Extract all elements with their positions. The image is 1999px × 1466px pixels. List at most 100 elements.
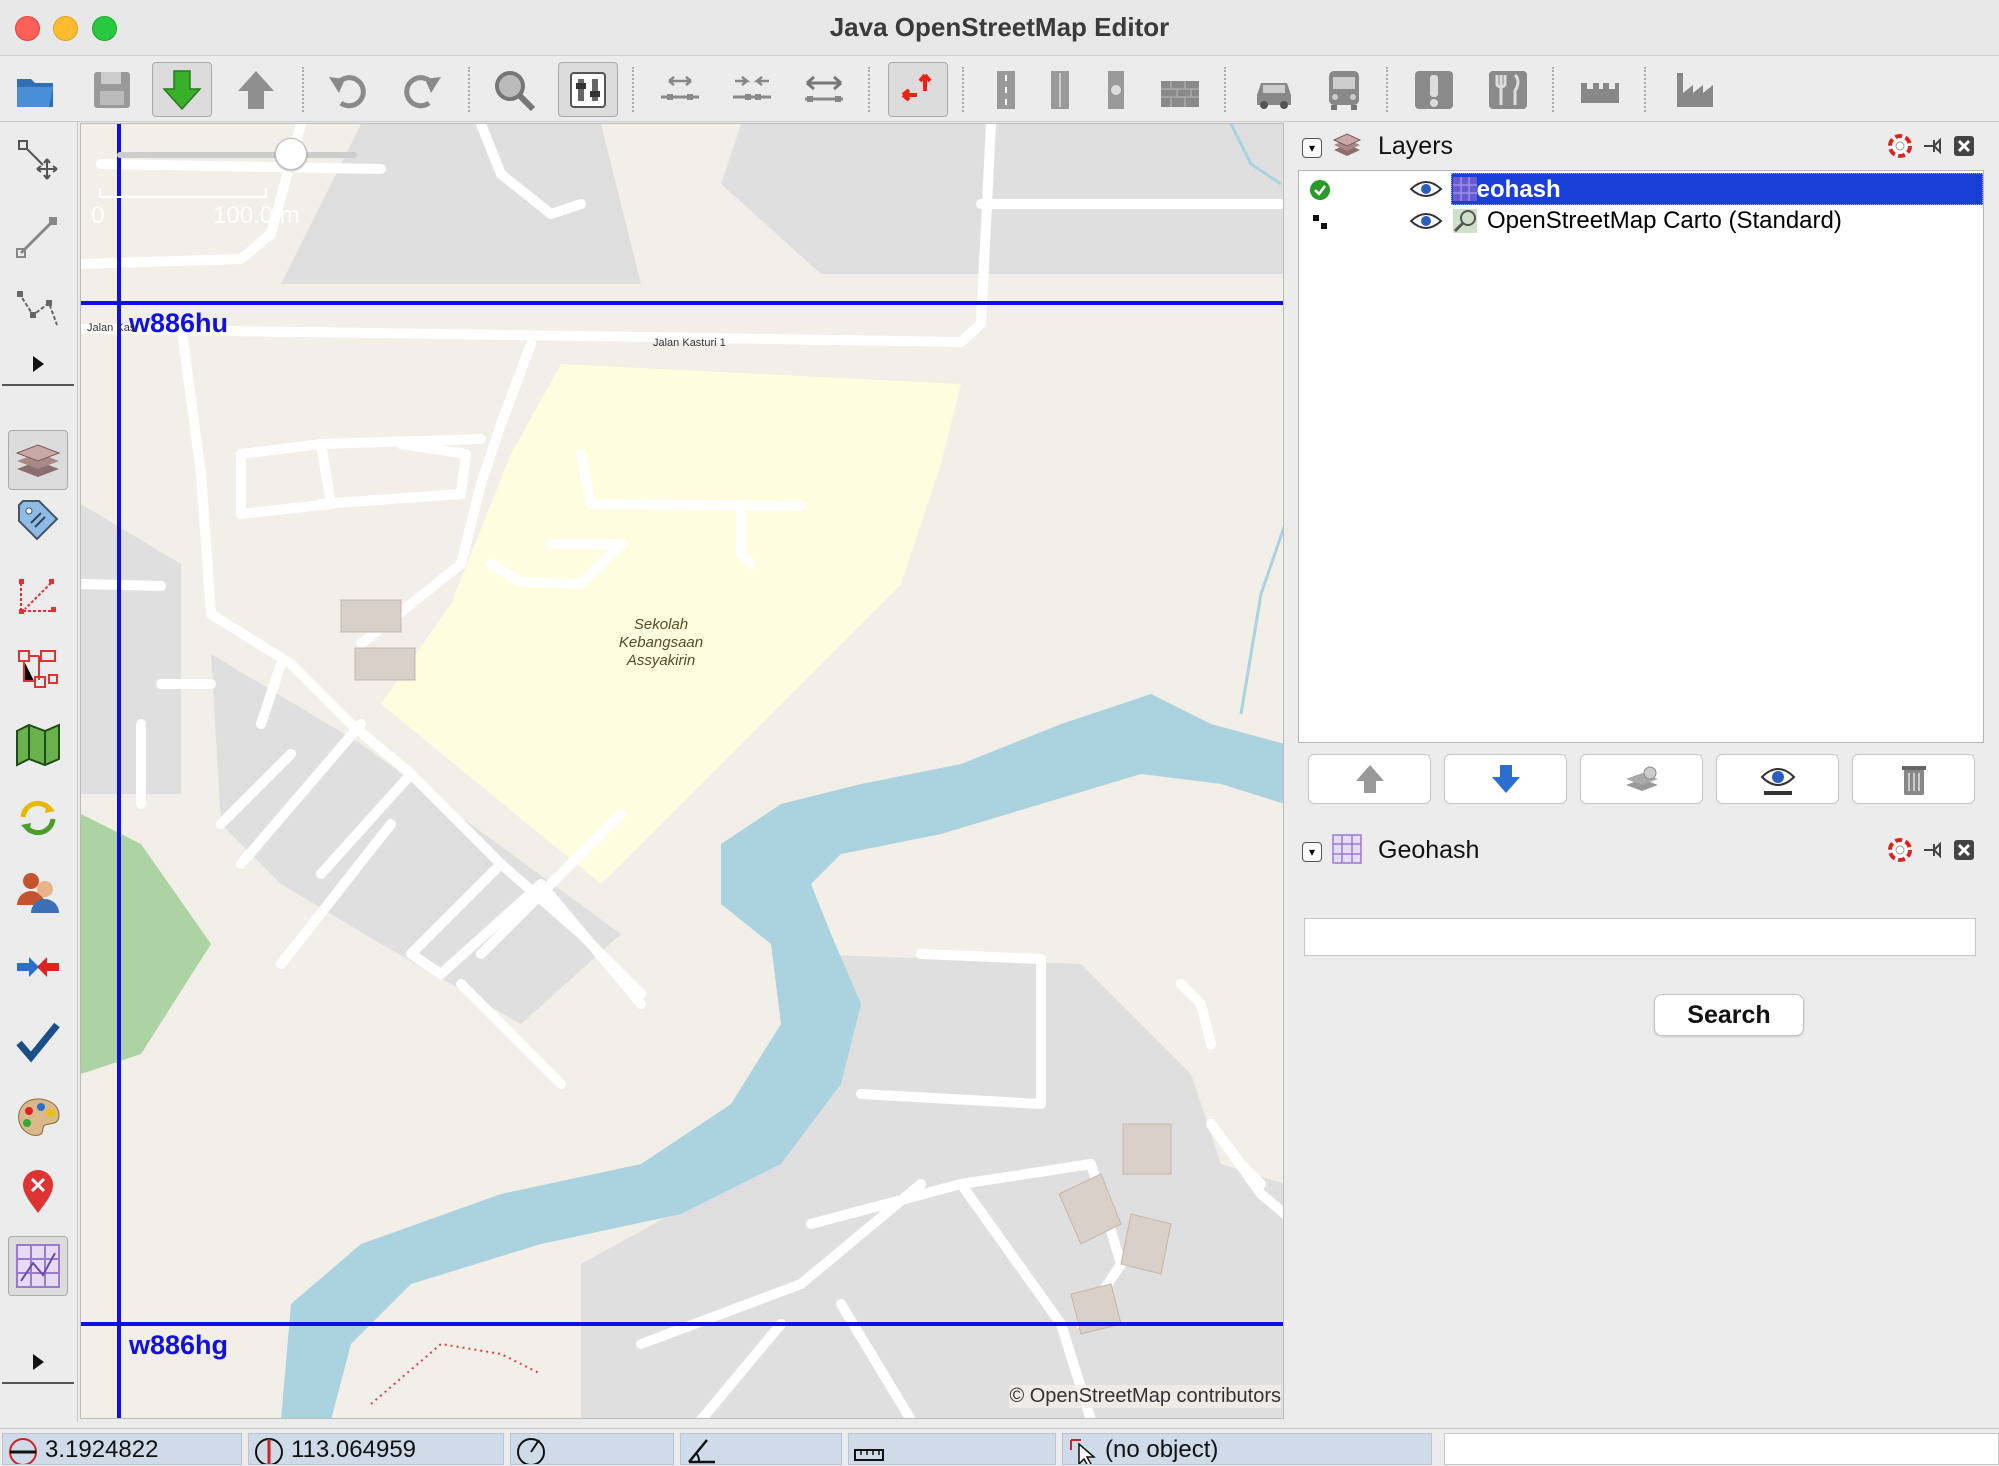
inactive-layer-icon[interactable] <box>1309 211 1331 233</box>
draw-line-icon <box>16 217 57 258</box>
detach-panel-icon[interactable] <box>1920 134 1944 158</box>
delete-layer-button[interactable] <box>1852 754 1975 804</box>
collapse-panel-button[interactable]: ▾ <box>1302 842 1322 862</box>
visibility-eye-icon[interactable] <box>1409 179 1443 199</box>
detach-panel-icon[interactable] <box>1920 838 1944 862</box>
layer-name[interactable]: OpenStreetMap Carto (Standard) <box>1481 205 1842 237</box>
move-node-button[interactable] <box>888 62 948 117</box>
arrow-up-icon <box>1355 765 1384 793</box>
merge-layer-button[interactable] <box>1580 754 1703 804</box>
map-view[interactable]: 0 100.0 m w886hu w886hg Jalan Kasturi 1 … <box>80 123 1284 1419</box>
select-tool-button[interactable] <box>8 130 68 190</box>
lifebuoy-help-icon[interactable] <box>1888 838 1912 862</box>
move-layer-up-button[interactable] <box>1308 754 1431 804</box>
preset-footway-button[interactable] <box>1086 62 1146 117</box>
toolbar-separator <box>468 67 470 112</box>
map-attribution[interactable]: © OpenStreetMap contributors <box>1009 1385 1281 1408</box>
layers-list[interactable]: Geohash OpenStreetMap Carto (Standard) <box>1298 170 1984 743</box>
download-button[interactable] <box>152 62 212 117</box>
selection-list-icon <box>19 579 56 614</box>
expand-dialogs-button[interactable] <box>2 1342 74 1384</box>
save-button[interactable] <box>82 62 142 117</box>
zoom-slider-track[interactable] <box>117 152 357 158</box>
preset-industrial-button[interactable] <box>1664 62 1724 117</box>
preset-emergency-button[interactable] <box>1404 62 1464 117</box>
reverse-way-button[interactable] <box>794 62 854 117</box>
status-bar: 3.1924822 113.064959 (no object) <box>0 1428 1999 1465</box>
zoom-slider-knob[interactable] <box>275 138 307 170</box>
angle-icon <box>688 1439 715 1464</box>
toggle-selection-button[interactable] <box>8 566 68 626</box>
improve-way-button[interactable] <box>8 280 68 340</box>
download-arrow-icon <box>162 69 202 110</box>
refresh-arrows-icon <box>20 800 56 836</box>
distance-field <box>848 1433 1056 1465</box>
collapse-panel-button[interactable]: ▾ <box>1302 138 1322 158</box>
geohash-search-input[interactable] <box>1304 918 1976 956</box>
select-move-icon <box>18 140 58 180</box>
preset-wall-button[interactable] <box>1150 62 1210 117</box>
tag-icon <box>18 500 59 541</box>
toggle-layers-button[interactable] <box>8 430 68 490</box>
improve-way-icon <box>17 291 58 326</box>
search-button[interactable]: Search <box>1654 994 1804 1036</box>
left-toolbar <box>0 122 78 1422</box>
latitude-field: 3.1924822 <box>2 1433 242 1465</box>
close-panel-icon[interactable] <box>1952 134 1976 158</box>
upload-button[interactable] <box>226 62 286 117</box>
toggle-notes-button[interactable] <box>8 1162 68 1222</box>
triangle-right-icon <box>33 356 44 372</box>
arrow-down-icon <box>1491 765 1520 793</box>
open-file-button[interactable] <box>6 62 66 117</box>
lifebuoy-help-icon[interactable] <box>1888 134 1912 158</box>
heading-field <box>510 1433 674 1465</box>
toolbar-separator <box>1644 67 1646 112</box>
geohash-grid-icon <box>1332 834 1362 864</box>
school-label-line: Sekolah <box>633 616 689 633</box>
road-name-label: Jalan Kasturi 1 <box>653 337 726 349</box>
preset-historic-button[interactable] <box>1570 62 1630 117</box>
forest-area <box>81 814 211 1074</box>
geohash-cell-label: w886hu <box>129 308 229 338</box>
active-layer-check-icon[interactable] <box>1309 179 1331 201</box>
angle-field <box>680 1433 842 1465</box>
visibility-eye-icon[interactable] <box>1409 211 1443 231</box>
preset-car-button[interactable] <box>1244 62 1304 117</box>
landuse-area <box>281 124 641 284</box>
move-layer-down-button[interactable] <box>1444 754 1567 804</box>
toggle-history-button[interactable] <box>8 788 68 848</box>
preset-road-1-button[interactable] <box>976 62 1036 117</box>
layer-name[interactable]: Geohash <box>1451 173 1983 205</box>
layers-panel: ▾ Layers Geohash OpenStreetMap Carto (St… <box>1294 126 1987 816</box>
toggle-map-paint-button[interactable] <box>8 714 68 774</box>
conflict-arrows-icon <box>17 957 59 977</box>
preset-road-2-button[interactable] <box>1030 62 1090 117</box>
split-way-button[interactable] <box>650 62 710 117</box>
toggle-authors-button[interactable] <box>8 862 68 922</box>
road-name-label: Jalan Kas <box>87 322 136 334</box>
preset-food-button[interactable] <box>1478 62 1538 117</box>
layer-row-geohash[interactable]: Geohash <box>1299 173 1983 205</box>
layer-row-osm-carto[interactable]: OpenStreetMap Carto (Standard) <box>1299 205 1983 237</box>
combine-way-button[interactable] <box>722 62 782 117</box>
close-panel-icon[interactable] <box>1952 838 1976 862</box>
toggle-validator-button[interactable] <box>8 1012 68 1072</box>
fork-knife-icon <box>1489 70 1527 109</box>
toggle-tags-button[interactable] <box>8 490 68 550</box>
marker-icon <box>23 1170 53 1213</box>
toggle-visibility-button[interactable] <box>1716 754 1839 804</box>
selection-field: (no object) <box>1062 1433 1432 1465</box>
expand-tools-button[interactable] <box>2 344 74 386</box>
redo-button[interactable] <box>392 62 452 117</box>
preferences-button[interactable] <box>558 62 618 117</box>
draw-tool-button[interactable] <box>8 206 68 266</box>
zoom-button[interactable] <box>484 62 544 117</box>
toggle-conflicts-button[interactable] <box>8 938 68 998</box>
preset-bus-button[interactable] <box>1314 62 1374 117</box>
layers-icon <box>15 444 61 477</box>
undo-button[interactable] <box>318 62 378 117</box>
toggle-geohash-button[interactable] <box>8 1236 68 1296</box>
toggle-relations-button[interactable] <box>8 640 68 700</box>
toggle-map-styles-button[interactable] <box>8 1088 68 1148</box>
toolbar-separator <box>868 67 870 112</box>
